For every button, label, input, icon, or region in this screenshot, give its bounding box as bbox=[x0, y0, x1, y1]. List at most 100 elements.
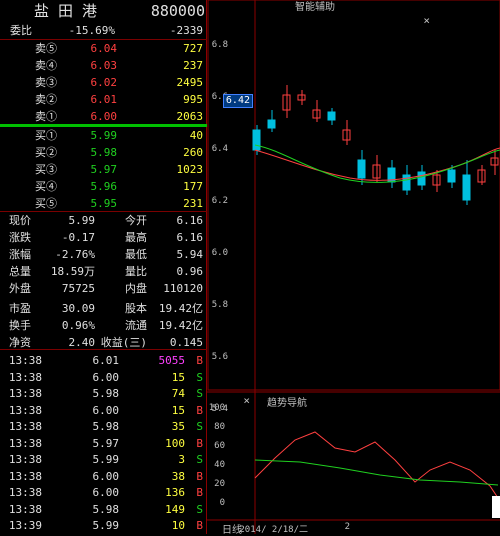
level-price: 6.02 bbox=[90, 76, 118, 89]
sub-indicator-line bbox=[254, 431, 499, 499]
tick-volume: 74 bbox=[171, 387, 185, 400]
buy-level-row: 40 5.99 买① bbox=[0, 127, 207, 144]
stat-label-1: 总量 bbox=[9, 265, 31, 278]
tick-price: 5.99 bbox=[92, 519, 120, 532]
tick-volume: 38 bbox=[171, 469, 185, 483]
tick-price: 6.00 bbox=[92, 370, 120, 384]
price-panel-frame bbox=[207, 0, 500, 391]
tick-time: 13:38 bbox=[8, 370, 42, 384]
candle-body bbox=[357, 159, 366, 179]
tick-row[interactable]: S 15 6.00 13:38 bbox=[0, 369, 207, 386]
stat-value-2: 5.94 bbox=[176, 248, 204, 261]
tick-row[interactable]: B 15 6.00 13:38 bbox=[0, 402, 207, 419]
stat-row: 0.96 量比 18.59万 总量 bbox=[0, 263, 207, 280]
level-label: 买④ bbox=[35, 180, 57, 193]
sub-tick-label: 100 bbox=[208, 403, 225, 413]
stat-value-1: -0.17 bbox=[61, 231, 95, 244]
stat-value-1: 18.59万 bbox=[50, 265, 95, 278]
level-price: 5.99 bbox=[90, 129, 118, 142]
stock-header: 880000 盐 田 港 bbox=[0, 0, 207, 22]
stock-name: 盐 田 港 bbox=[33, 2, 97, 20]
buy-level-row: 1023 5.97 买③ bbox=[0, 161, 207, 178]
tick-volume: 15 bbox=[171, 403, 185, 417]
price-tick-label: 6.8 bbox=[211, 40, 228, 50]
sub-tick-label: 0 bbox=[219, 498, 225, 508]
stat-row: 19.42亿 流通 0.96% 换手 bbox=[0, 317, 207, 334]
tick-price: 6.00 bbox=[92, 486, 120, 499]
tick-side: S bbox=[196, 453, 203, 466]
candle-body bbox=[327, 111, 336, 121]
level-label: 卖② bbox=[35, 93, 57, 106]
date-label: 2014/ 2/18/二 bbox=[239, 525, 308, 535]
tick-time: 13:38 bbox=[8, 436, 42, 450]
buy-level-row: 260 5.98 买② bbox=[0, 144, 207, 161]
tick-time: 13:38 bbox=[8, 420, 42, 433]
close-icon[interactable]: × bbox=[423, 14, 430, 27]
level-label: 买① bbox=[35, 129, 57, 142]
level-price: 6.03 bbox=[90, 59, 118, 72]
level-price: 5.95 bbox=[90, 197, 118, 210]
tick-price: 5.98 bbox=[92, 502, 120, 516]
level-price: 6.01 bbox=[90, 93, 118, 106]
stat-value-1: 30.09 bbox=[61, 302, 95, 315]
stat-label-2: 今开 bbox=[125, 214, 147, 227]
level-price: 5.97 bbox=[90, 163, 118, 176]
tick-time: 13:38 bbox=[8, 502, 42, 516]
stat-label-1: 涨幅 bbox=[9, 248, 31, 261]
tick-side: S bbox=[196, 370, 203, 384]
stat-value-2: 6.16 bbox=[176, 231, 204, 244]
level-volume: 40 bbox=[189, 129, 203, 142]
scroll-handle[interactable] bbox=[492, 496, 500, 518]
tick-row[interactable]: B 136 6.00 13:38 bbox=[0, 484, 207, 501]
buy-level-row: 177 5.96 买④ bbox=[0, 178, 207, 195]
tick-volume: 15 bbox=[171, 370, 185, 384]
level-price: 6.04 bbox=[90, 42, 118, 55]
tick-time: 13:38 bbox=[8, 403, 42, 417]
stat-row: 5.94 最低 -2.76% 涨幅 bbox=[0, 246, 207, 263]
tick-row[interactable]: B 5055 6.01 13:38 bbox=[0, 352, 207, 369]
stock-code: 880000 bbox=[150, 2, 205, 20]
tick-volume: 149 bbox=[165, 502, 185, 516]
level-label: 买② bbox=[35, 146, 57, 159]
tick-row[interactable]: S 3 5.99 13:38 bbox=[0, 451, 207, 468]
stat-value-1: 0.96% bbox=[61, 319, 95, 332]
sell-level-row: 995 6.01 卖② bbox=[0, 91, 207, 108]
tick-volume: 5055 bbox=[158, 354, 186, 367]
tick-time: 13:38 bbox=[8, 486, 42, 499]
tick-side: S bbox=[196, 420, 203, 433]
tick-row[interactable]: B 10 5.99 13:39 bbox=[0, 517, 207, 534]
tick-row[interactable]: B 38 6.00 13:38 bbox=[0, 468, 207, 485]
tick-row[interactable]: S 74 5.98 13:38 bbox=[0, 385, 207, 402]
tick-volume: 35 bbox=[171, 420, 185, 433]
stat-label-2: 最低 bbox=[125, 248, 147, 261]
tick-row[interactable]: S 35 5.98 13:38 bbox=[0, 418, 207, 435]
sell-level-row: 237 6.03 卖④ bbox=[0, 57, 207, 74]
ratio-row: -2339 -15.69% 委比 bbox=[10, 24, 203, 37]
price-tick-label: 5.8 bbox=[211, 300, 228, 310]
sell-level-row: 2063 6.00 卖① bbox=[0, 108, 207, 125]
stat-value-2: 110120 bbox=[163, 282, 203, 295]
stat-label-1: 现价 bbox=[9, 214, 31, 227]
tick-row[interactable]: S 149 5.98 13:38 bbox=[0, 501, 207, 518]
stat-label-1: 外盘 bbox=[9, 282, 31, 295]
tick-price: 6.00 bbox=[92, 469, 120, 483]
tick-side: S bbox=[196, 502, 203, 516]
sub-tick-label: 60 bbox=[214, 441, 225, 451]
level-volume: 231 bbox=[183, 197, 203, 210]
level-label: 卖③ bbox=[35, 76, 57, 89]
kline-svg[interactable] bbox=[207, 0, 500, 534]
tick-price: 5.98 bbox=[92, 420, 120, 433]
sell-level-row: 2495 6.02 卖③ bbox=[0, 74, 207, 91]
close-icon-sub[interactable]: × bbox=[243, 394, 250, 407]
tick-price: 5.97 bbox=[92, 436, 120, 450]
level-price: 5.96 bbox=[90, 180, 118, 193]
candle-body bbox=[417, 171, 426, 186]
kline-chart-area[interactable]: 6.8 6.6 6.4 6.2 6.0 5.8 5.6 5.4 6.42 智能辅助 趋势导航 … bbox=[207, 0, 500, 536]
price-tick-label: 5.6 bbox=[211, 352, 228, 362]
tick-price: 6.00 bbox=[92, 403, 120, 417]
current-price-tag: 6.42 bbox=[222, 94, 253, 108]
buy-level-row: 231 5.95 买⑤ bbox=[0, 195, 207, 212]
tick-price: 6.01 bbox=[92, 354, 120, 367]
tick-row[interactable]: B 100 5.97 13:38 bbox=[0, 435, 207, 452]
quote-panel: 880000 盐 田 港 -2339 -15.69% 委比 727 6.04 卖… bbox=[0, 0, 207, 534]
